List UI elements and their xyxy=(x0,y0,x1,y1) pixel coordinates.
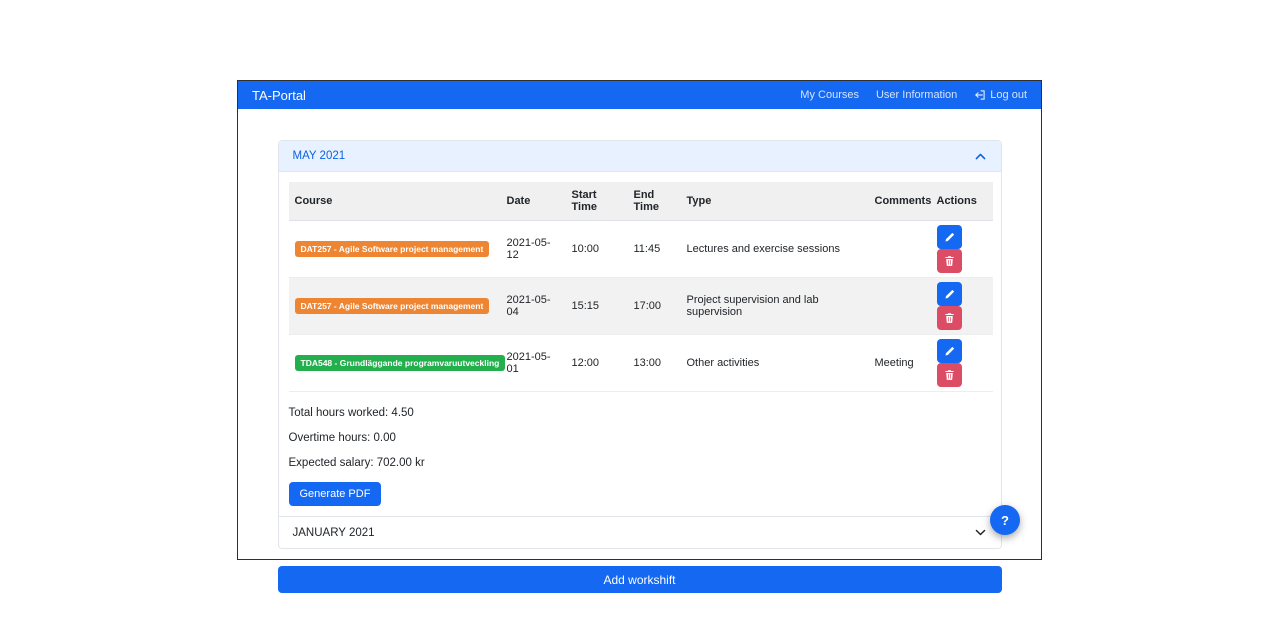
col-header-type: Type xyxy=(680,182,869,221)
end-time-cell: 11:45 xyxy=(627,220,681,278)
table-row: DAT257 - Agile Software project manageme… xyxy=(288,277,993,335)
col-header-comments: Comments xyxy=(868,182,931,221)
accordion-header-may-2021[interactable]: MAY 2021 xyxy=(278,141,1001,172)
col-header-end-time: End Time xyxy=(627,182,681,221)
course-badge: TDA548 - Grundläggande programvaruutveck… xyxy=(294,354,506,372)
total-hours-line: Total hours worked: 4.50 xyxy=(289,407,991,419)
delete-workshift-button[interactable] xyxy=(936,306,962,330)
delete-workshift-button[interactable] xyxy=(936,249,962,273)
months-accordion: MAY 2021 Course Date Start Time End Time… xyxy=(277,140,1002,549)
start-time-cell: 12:00 xyxy=(565,334,628,392)
trash-icon xyxy=(944,255,955,267)
type-cell: Project supervision and lab supervision xyxy=(680,277,869,335)
table-header-row: Course Date Start Time End Time Type Com… xyxy=(288,182,993,221)
pencil-icon xyxy=(944,232,955,243)
start-time-cell: 10:00 xyxy=(565,220,628,278)
trash-icon xyxy=(944,369,955,381)
total-hours-label: Total hours worked: xyxy=(288,407,389,419)
logout-icon xyxy=(974,89,986,101)
app-window: TA-Portal My Courses User Information Lo… xyxy=(237,80,1042,593)
chevron-down-icon xyxy=(974,526,987,539)
col-header-actions: Actions xyxy=(930,182,993,221)
generate-pdf-button[interactable]: Generate PDF xyxy=(288,482,382,506)
table-row: TDA548 - Grundläggande programvaruutveck… xyxy=(288,334,993,392)
date-cell: 2021-05-12 xyxy=(500,220,566,278)
overtime-hours-value: 0.00 xyxy=(373,432,396,444)
col-header-date: Date xyxy=(500,182,566,221)
app-brand[interactable]: TA-Portal xyxy=(252,88,306,103)
comments-cell xyxy=(868,220,931,278)
comments-cell xyxy=(868,277,931,335)
pencil-icon xyxy=(944,346,955,357)
comments-cell: Meeting xyxy=(868,334,931,392)
end-time-cell: 17:00 xyxy=(627,277,681,335)
type-cell: Lectures and exercise sessions xyxy=(680,220,869,278)
chevron-up-icon xyxy=(974,150,987,163)
edit-workshift-button[interactable] xyxy=(936,282,962,306)
overtime-hours-line: Overtime hours: 0.00 xyxy=(289,432,991,444)
expected-salary-label: Expected salary: xyxy=(288,457,374,469)
course-badge: DAT257 - Agile Software project manageme… xyxy=(294,240,490,258)
trash-icon xyxy=(944,312,955,324)
accordion-item-january-2021: JANUARY 2021 xyxy=(278,516,1001,548)
expected-salary-line: Expected salary: 702.00 kr xyxy=(289,457,991,469)
workshift-table: Course Date Start Time End Time Type Com… xyxy=(288,182,993,392)
help-button[interactable]: ? xyxy=(990,505,1020,535)
pencil-icon xyxy=(944,289,955,300)
accordion-title: JANUARY 2021 xyxy=(292,526,375,539)
type-cell: Other activities xyxy=(680,334,869,392)
accordion-header-january-2021[interactable]: JANUARY 2021 xyxy=(278,517,1001,548)
table-row: DAT257 - Agile Software project manageme… xyxy=(288,220,993,278)
navbar-links: My Courses User Information Log out xyxy=(800,89,1027,101)
delete-workshift-button[interactable] xyxy=(936,363,962,387)
navbar: TA-Portal My Courses User Information Lo… xyxy=(238,81,1041,109)
end-time-cell: 13:00 xyxy=(627,334,681,392)
logout-label: Log out xyxy=(990,89,1027,101)
accordion-title: MAY 2021 xyxy=(292,150,346,162)
col-header-start-time: Start Time xyxy=(565,182,628,221)
main-content: MAY 2021 Course Date Start Time End Time… xyxy=(238,109,1041,593)
course-badge: DAT257 - Agile Software project manageme… xyxy=(294,297,490,315)
accordion-body-may-2021: Course Date Start Time End Time Type Com… xyxy=(279,172,1001,516)
accordion-item-may-2021: MAY 2021 Course Date Start Time End Time… xyxy=(278,141,1001,516)
nav-my-courses[interactable]: My Courses xyxy=(800,89,859,101)
edit-workshift-button[interactable] xyxy=(936,225,962,249)
overtime-hours-label: Overtime hours: xyxy=(288,432,371,444)
total-hours-value: 4.50 xyxy=(391,407,414,419)
add-workshift-button[interactable]: Add workshift xyxy=(277,566,1002,593)
date-cell: 2021-05-04 xyxy=(500,277,566,335)
nav-user-information[interactable]: User Information xyxy=(876,89,957,101)
col-header-course: Course xyxy=(288,182,501,221)
start-time-cell: 15:15 xyxy=(565,277,628,335)
expected-salary-value: 702.00 kr xyxy=(376,457,425,469)
month-summary: Total hours worked: 4.50 Overtime hours:… xyxy=(289,407,991,469)
edit-workshift-button[interactable] xyxy=(936,339,962,363)
date-cell: 2021-05-01 xyxy=(500,334,566,392)
nav-log-out[interactable]: Log out xyxy=(974,89,1027,101)
